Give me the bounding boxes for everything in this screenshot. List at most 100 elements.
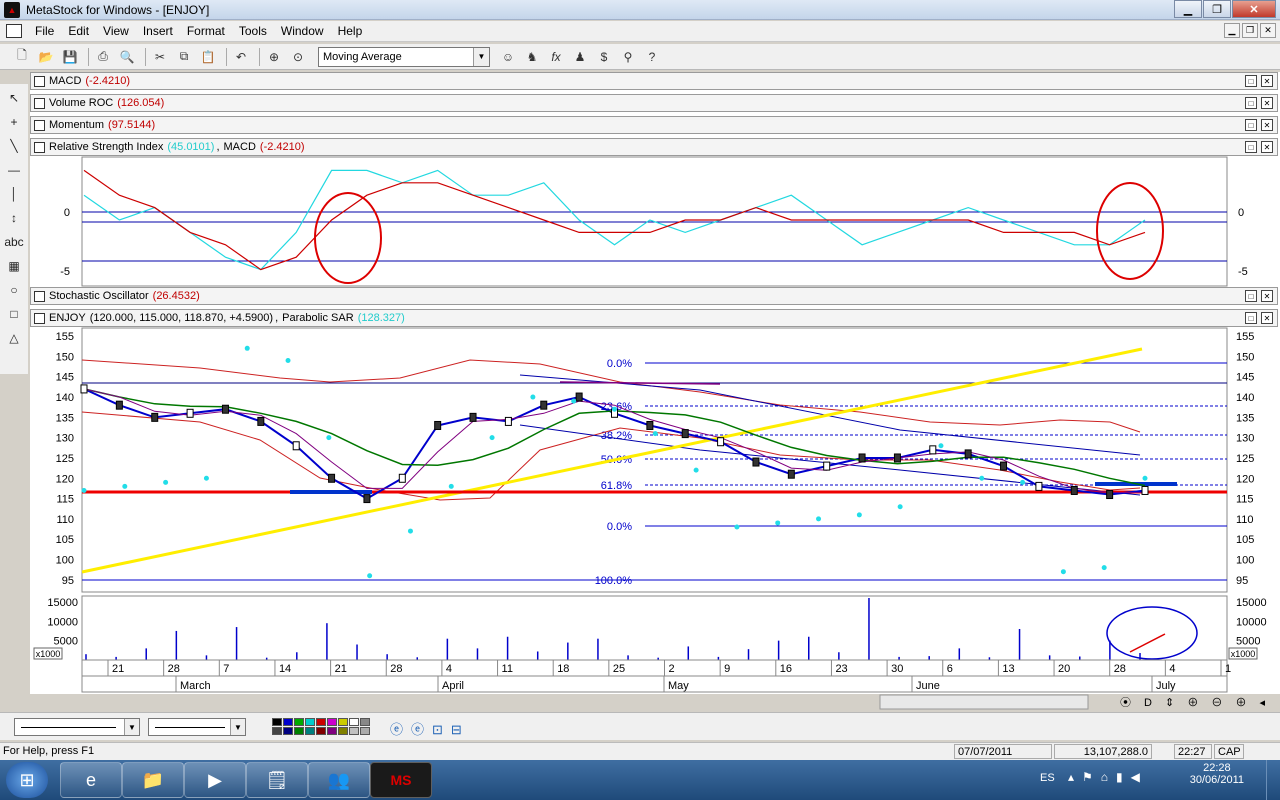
palette-swatch[interactable] — [327, 718, 337, 726]
metastock-taskbar-icon[interactable]: MS — [370, 762, 432, 798]
format-toolbar: ▼ ▼ ⓔⓔ⊡⊟ — [0, 712, 1280, 740]
candle — [398, 473, 406, 483]
palette-swatch[interactable] — [305, 727, 315, 735]
sticky-notes-icon[interactable]: 🗒 — [246, 762, 308, 798]
horizontal-scrollbar[interactable] — [879, 694, 1089, 710]
palette-swatch[interactable] — [294, 727, 304, 735]
sar-dot — [734, 524, 740, 530]
price-axis-label-right: 145 — [1236, 372, 1254, 384]
candle — [292, 441, 300, 451]
chevron-down-icon[interactable]: ▼ — [230, 719, 245, 735]
price-axis-label-right: 150 — [1236, 351, 1254, 363]
palette-swatch[interactable] — [349, 718, 359, 726]
volume-axis-label: 10000 — [47, 616, 78, 628]
sar-dot — [530, 394, 536, 400]
palette-swatch[interactable] — [294, 718, 304, 726]
palette-swatch[interactable] — [283, 727, 293, 735]
price-axis-label-right: 125 — [1236, 453, 1254, 465]
rsi-axis-0-right: 0 — [1238, 207, 1244, 219]
rsi-series-line — [83, 169, 1146, 271]
sar-dot — [489, 435, 495, 441]
sar-dot — [81, 487, 87, 493]
palette-swatch[interactable] — [283, 718, 293, 726]
date-tick-label: 16 — [780, 663, 792, 675]
sar-dot — [816, 516, 822, 522]
tray-clock[interactable]: 22:28 30/06/2011 — [1190, 762, 1244, 786]
candle — [434, 420, 442, 430]
sar-dot — [407, 528, 413, 534]
candle — [1141, 485, 1149, 495]
sar-dot — [856, 512, 862, 518]
palette-swatch[interactable] — [316, 727, 326, 735]
candle — [186, 408, 194, 418]
palette-swatch[interactable] — [338, 718, 348, 726]
date-tick-label: 28 — [168, 663, 180, 675]
palette-swatch[interactable] — [272, 718, 282, 726]
fib-label-0-lower: 0.0% — [607, 521, 632, 533]
month-label: July — [1156, 680, 1176, 692]
candle — [80, 384, 88, 394]
upper-band-line — [81, 359, 1141, 433]
palette-swatch[interactable] — [360, 727, 370, 735]
price-axis-label: 130 — [56, 433, 74, 445]
candle — [929, 445, 937, 455]
palette-swatch[interactable] — [272, 727, 282, 735]
volume-plot-frame — [81, 595, 1228, 661]
candle — [151, 412, 159, 422]
candle — [752, 457, 760, 467]
sar-dot — [1060, 569, 1066, 575]
chevron-down-icon[interactable]: ▼ — [124, 719, 139, 735]
line-style-select[interactable]: ▼ — [14, 718, 140, 736]
language-indicator[interactable]: ES — [1040, 772, 1055, 784]
candle — [1000, 461, 1008, 471]
price-axis-label: 155 — [56, 331, 74, 343]
palette-swatch[interactable] — [338, 727, 348, 735]
sar-dot — [571, 398, 577, 404]
price-axis-label-right: 130 — [1236, 433, 1254, 445]
volume-annotation-line — [1129, 633, 1166, 653]
status-caps: CAP — [1214, 744, 1244, 759]
palette-swatch[interactable] — [349, 727, 359, 735]
show-desktop-button[interactable] — [1266, 760, 1280, 800]
insert-object-icons[interactable]: ⓔⓔ⊡⊟ — [390, 719, 470, 738]
candle — [823, 461, 831, 471]
sar-dot — [612, 406, 617, 412]
sar-dot — [367, 573, 373, 579]
file-explorer-icon[interactable]: 📁 — [122, 762, 184, 798]
palette-swatch[interactable] — [360, 718, 370, 726]
chart-canvas[interactable]: 0 -5 0 -5 155 155150 150145 145140 140135 135… — [0, 0, 1280, 800]
internet-explorer-icon[interactable]: e — [60, 762, 122, 798]
sar-dot — [244, 345, 250, 351]
line-weight-select[interactable]: ▼ — [148, 718, 246, 736]
volume-axis-label-right: 15000 — [1236, 597, 1267, 609]
candle — [787, 469, 795, 479]
price-axis-label-right: 95 — [1236, 575, 1248, 587]
price-axis-label: 125 — [56, 453, 74, 465]
clock-date: 30/06/2011 — [1189, 774, 1244, 786]
palette-swatch[interactable] — [327, 727, 337, 735]
price-axis-label-right: 120 — [1236, 473, 1254, 485]
media-player-icon[interactable]: ▶ — [184, 762, 246, 798]
date-tick-label: 21 — [335, 663, 347, 675]
fib-label-0: 0.0% — [607, 358, 632, 370]
date-tick-label: 7 — [223, 663, 229, 675]
month-label: May — [668, 680, 689, 692]
color-palette[interactable] — [272, 718, 370, 735]
sar-dot — [1142, 475, 1148, 481]
messenger-icon[interactable]: 👥 — [308, 762, 370, 798]
price-axis-label-right: 110 — [1236, 514, 1254, 526]
price-axis-label-right: 100 — [1236, 555, 1254, 567]
price-axis-label-right: 140 — [1236, 392, 1254, 404]
price-axis-label: 135 — [56, 412, 74, 424]
start-button[interactable]: ⊞ — [6, 762, 48, 798]
palette-swatch[interactable] — [305, 718, 315, 726]
candle — [1106, 490, 1114, 500]
palette-swatch[interactable] — [316, 718, 326, 726]
price-axis-label-right: 155 — [1236, 331, 1254, 343]
volume-unit-right: x1000 — [1231, 649, 1256, 659]
price-axis-label: 150 — [56, 351, 74, 363]
candle — [115, 400, 123, 410]
tray-icons[interactable]: ▴⚑⌂▮◀ — [1068, 770, 1148, 784]
month-label: June — [916, 680, 940, 692]
candle — [504, 416, 512, 426]
